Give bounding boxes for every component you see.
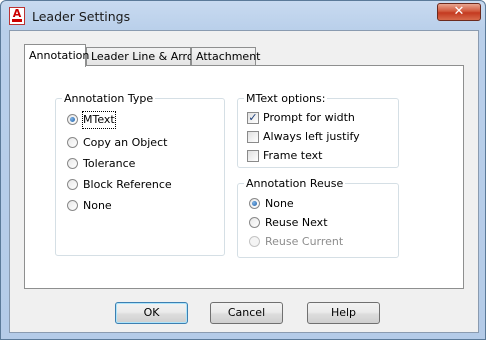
leader-settings-dialog: A Leader Settings ✕ Annotation Leader Li… [0,0,486,340]
radio-tolerance-label: Tolerance [83,157,136,170]
radio-reuse-none-label: None [265,197,294,210]
close-button[interactable]: ✕ [437,3,481,21]
autocad-app-icon: A [9,7,25,25]
tab-attachment-label: Attachment [196,50,261,63]
radio-reuse-current-control [249,236,260,247]
tab-annotation-label: Annotation [29,49,90,62]
tab-attachment[interactable]: Attachment [191,47,261,66]
ok-button-label: OK [143,306,160,319]
tab-annotation[interactable]: Annotation [24,44,90,67]
close-icon: ✕ [453,4,465,19]
mtext-options-legend: MText options: [244,92,328,105]
annotation-reuse-legend: Annotation Reuse [244,177,346,190]
mtext-options-group: MText options: ✓ Prompt for width Always… [237,92,399,168]
checkbox-frame-text-control[interactable] [247,150,259,162]
radio-reuse-none-control[interactable] [249,198,260,209]
radio-block-reference-label: Block Reference [83,178,172,191]
tab-leader-line-arrow[interactable]: Leader Line & Arrow [86,47,203,66]
radio-copy-an-object-label: Copy an Object [83,136,168,149]
radio-reuse-current-label: Reuse Current [265,235,344,248]
checkbox-frame-text-label: Frame text [263,149,323,162]
app-icon-bar [12,19,22,22]
checkmark-icon: ✓ [248,111,258,124]
radio-mtext-control[interactable] [67,114,78,125]
cancel-button[interactable]: Cancel [210,302,283,324]
cancel-button-label: Cancel [227,306,266,319]
radio-mtext-label: MText [82,111,116,129]
annotation-tab-panel: Annotation Type MText Copy an Object Tol… [24,65,464,289]
radio-copy-an-object-control[interactable] [67,137,78,148]
radio-tolerance-control[interactable] [67,158,78,169]
tab-leader-line-arrow-label: Leader Line & Arrow [91,50,203,63]
title-bar[interactable]: A Leader Settings ✕ [1,1,485,31]
help-button[interactable]: Help [307,302,380,324]
radio-reuse-next-control[interactable] [249,217,260,228]
radio-block-reference-control[interactable] [67,179,78,190]
annotation-type-group: Annotation Type MText Copy an Object Tol… [55,92,225,256]
radio-reuse-next-label: Reuse Next [265,216,328,229]
annotation-type-legend: Annotation Type [62,92,156,105]
dialog-body: Annotation Leader Line & Arrow Attachmen… [9,30,479,333]
checkbox-always-left-justify-control[interactable] [247,131,259,143]
ok-button[interactable]: OK [115,302,188,324]
checkbox-prompt-for-width-label: Prompt for width [263,111,355,124]
help-button-label: Help [330,306,357,319]
radio-none-annotation-control[interactable] [67,200,78,211]
radio-none-annotation-label: None [83,199,112,212]
window-title: Leader Settings [32,9,131,24]
checkbox-always-left-justify-label: Always left justify [263,130,360,143]
annotation-reuse-group: Annotation Reuse None Reuse Next Reuse C… [237,177,399,258]
checkbox-prompt-for-width-control[interactable]: ✓ [247,112,259,124]
